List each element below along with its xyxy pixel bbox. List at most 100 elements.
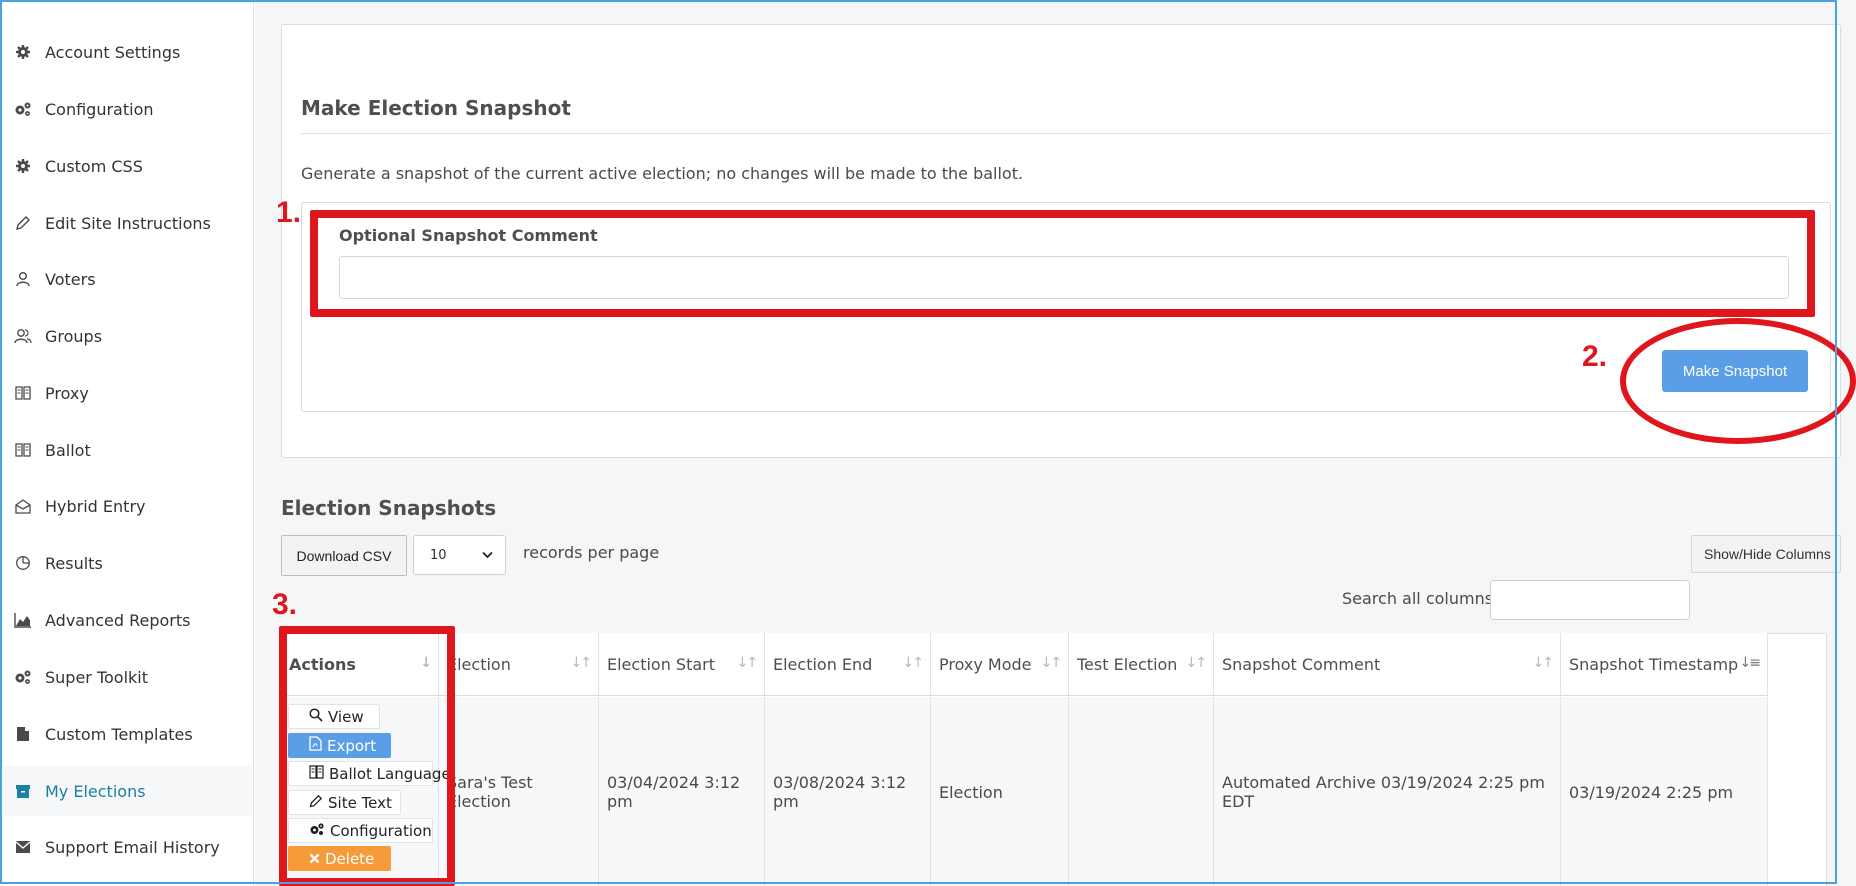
column-label: Election Start [607,654,716,674]
sort-icon: ↓↑ [570,655,593,671]
users-icon [13,326,33,346]
sidebar-item-my-elections[interactable]: My Elections [0,766,252,816]
sidebar-item-ballot[interactable]: Ballot [0,425,252,475]
page-size-value: 10 [430,547,447,563]
envelope-open-icon [13,496,33,516]
column-header-test-election[interactable]: Test Election ↓↑ [1069,633,1214,696]
search-label: Search all columns: [1342,589,1499,608]
site-text-button[interactable]: Site Text [288,790,401,815]
sidebar-item-proxy[interactable]: Proxy [0,368,252,418]
sidebar-item-groups[interactable]: Groups [0,311,252,361]
sidebar-item-advanced-reports[interactable]: Advanced Reports [0,595,252,645]
sidebar-item-label: Super Toolkit [45,667,149,687]
export-button[interactable]: Export [288,733,391,758]
annotation-label-1: 1. [276,196,302,229]
sidebar-item-label: Proxy [45,383,89,403]
main-content: Make Election Snapshot Generate a snapsh… [255,0,1856,886]
chevron-down-icon [482,548,493,563]
pencil-icon [13,213,33,233]
delete-button-label: Delete [325,849,375,868]
cell-proxy-mode: Election [931,697,1069,886]
sidebar-item-support-email-history[interactable]: Support Email History [0,822,252,872]
gear-icon [13,156,33,176]
delete-button[interactable]: Delete [288,846,391,871]
sidebar-item-custom-templates[interactable]: Custom Templates [0,709,252,759]
envelope-icon [13,837,33,857]
sidebar-item-label: Hybrid Entry [45,496,146,516]
column-header-snapshot-comment[interactable]: Snapshot Comment ↓↑ [1214,633,1561,696]
column-label: Election End [773,654,873,674]
make-snapshot-button[interactable]: Make Snapshot [1662,350,1808,392]
gears-icon [13,99,33,119]
column-header-election-start[interactable]: Election Start ↓↑ [599,633,765,696]
pencil-icon [309,794,323,812]
book-icon [13,383,33,403]
cell-election-end: 03/08/2024 3:12 pm [765,697,931,886]
ballot-language-button[interactable]: Ballot Language [288,761,451,786]
pdf-icon [309,736,322,755]
cell-test-election [1069,697,1214,886]
page-size-select[interactable]: 10 [413,535,506,575]
column-label: Actions [289,654,356,674]
sidebar-item-label: Results [45,553,103,573]
gears-icon [13,667,33,687]
configuration-button-label: Configuration [330,821,432,840]
close-icon [309,850,320,868]
snapshots-title: Election Snapshots [281,496,497,520]
book-icon [13,440,33,460]
sort-desc-icon: ↓≡ [1739,655,1762,671]
cell-election: Sara's Test Election [439,697,599,886]
site-text-button-label: Site Text [328,793,392,812]
sidebar-item-edit-site-instructions[interactable]: Edit Site Instructions [0,198,252,248]
sidebar-item-super-toolkit[interactable]: Super Toolkit [0,652,252,702]
sort-icon: ↓↑ [902,655,925,671]
records-per-page-label: records per page [523,543,660,562]
snapshot-panel-title: Make Election Snapshot [301,96,571,120]
sort-icon: ↓ [420,655,432,671]
sidebar-item-label: Edit Site Instructions [45,213,211,233]
sidebar-item-account-settings[interactable]: Account Settings [0,27,252,77]
cell-election-start: 03/04/2024 3:12 pm [599,697,765,886]
sort-icon: ↓↑ [1040,655,1063,671]
cell-snapshot-timestamp: 03/19/2024 2:25 pm [1561,697,1768,886]
sort-icon: ↓↑ [1532,655,1555,671]
column-label: Election [447,654,511,674]
sidebar-item-label: My Elections [45,781,146,801]
annotation-label-2: 2. [1582,340,1608,373]
annotation-label-3: 3. [272,588,298,621]
area-chart-icon [13,610,33,630]
sidebar-item-label: Advanced Reports [45,610,191,630]
view-button[interactable]: View [288,704,380,729]
ballot-language-button-label: Ballot Language [329,764,451,783]
gears-icon [309,822,325,840]
snapshot-panel-description: Generate a snapshot of the current activ… [301,164,1024,183]
column-header-proxy-mode[interactable]: Proxy Mode ↓↑ [931,633,1069,696]
search-input[interactable] [1490,580,1690,620]
sidebar-item-custom-css[interactable]: Custom CSS [0,141,252,191]
sidebar-item-voters[interactable]: Voters [0,254,252,304]
show-hide-columns-button[interactable]: Show/Hide Columns [1691,535,1841,573]
download-csv-button[interactable]: Download CSV [281,535,407,576]
comment-field[interactable] [339,256,1789,299]
column-header-actions[interactable]: Actions ↓ [281,633,439,696]
export-button-label: Export [327,736,377,755]
sidebar-item-results[interactable]: Results [0,538,252,588]
sidebar-item-label: Account Settings [45,42,181,62]
column-header-election[interactable]: Election ↓↑ [439,633,599,696]
divider [301,133,1831,134]
sidebar: Account Settings Configuration Custom CS… [0,0,254,886]
column-header-election-end[interactable]: Election End ↓↑ [765,633,931,696]
sort-icon: ↓↑ [1185,655,1208,671]
sidebar-item-label: Custom CSS [45,156,143,176]
file-icon [13,724,33,744]
column-label: Snapshot Comment [1222,654,1381,674]
book-icon [309,764,324,783]
comment-field-label: Optional Snapshot Comment [339,226,598,245]
sidebar-item-hybrid-entry[interactable]: Hybrid Entry [0,481,252,531]
search-icon [309,707,323,726]
sidebar-item-configuration[interactable]: Configuration [0,84,252,134]
column-header-snapshot-timestamp[interactable]: Snapshot Timestamp ↓≡ [1561,633,1768,696]
pie-chart-icon [13,553,33,573]
configuration-button[interactable]: Configuration [288,818,433,843]
sidebar-item-label: Ballot [45,440,91,460]
